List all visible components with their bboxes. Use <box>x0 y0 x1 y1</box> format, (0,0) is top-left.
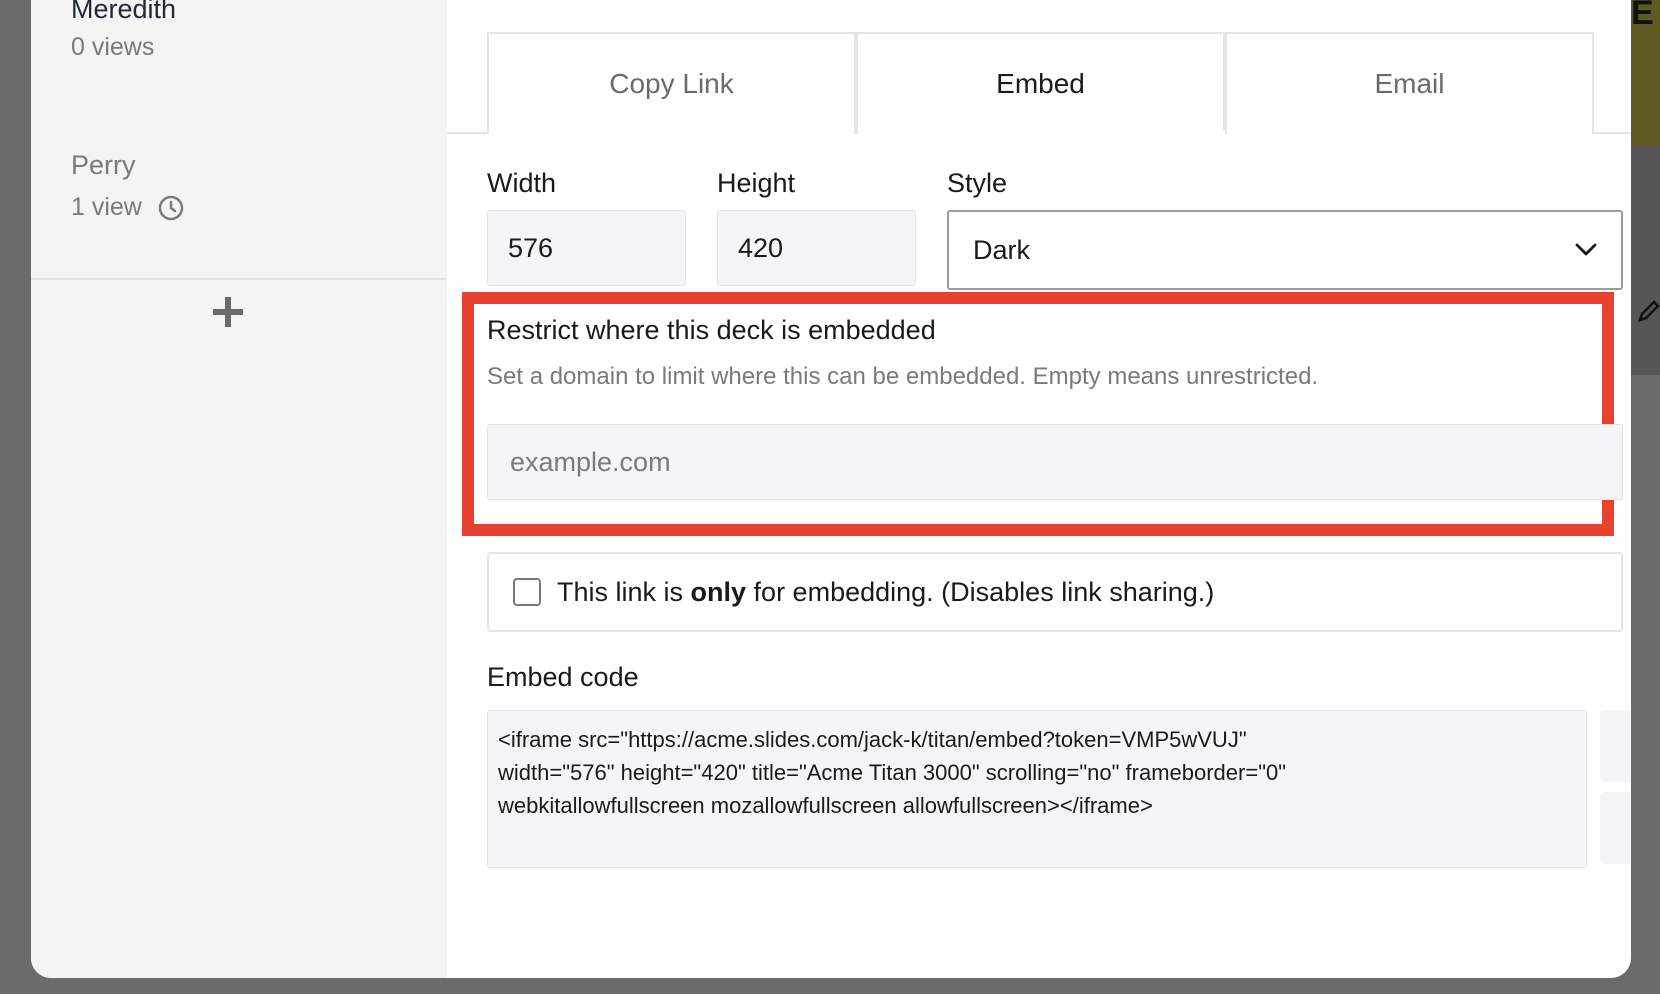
chevron-down-icon <box>1575 243 1597 256</box>
copy-embed-button[interactable] <box>1600 710 1631 782</box>
restrict-subtitle: Set a domain to limit where this can be … <box>487 363 1319 390</box>
height-input[interactable]: 420 <box>717 210 916 286</box>
embed-only-label: This link is only for embedding. (Disabl… <box>557 577 1214 608</box>
embed-only-checkbox[interactable] <box>513 578 541 606</box>
embed-only-text-after: for embedding. (Disables link sharing.) <box>746 576 1215 607</box>
add-viewer-button[interactable] <box>212 296 244 328</box>
viewer-item[interactable]: Perry 1 view <box>71 150 184 222</box>
restrict-title: Restrict where this deck is embedded <box>487 315 936 345</box>
style-select[interactable]: Dark <box>947 210 1623 290</box>
height-label: Height <box>717 168 796 198</box>
width-label: Width <box>487 168 557 198</box>
viewer-item[interactable]: Meredith 0 views <box>71 0 176 62</box>
viewers-panel: Meredith 0 views Perry 1 view <box>31 0 447 978</box>
embed-code-textarea[interactable]: <iframe src="https://acme.slides.com/jac… <box>487 710 1587 868</box>
preview-embed-button[interactable] <box>1600 792 1631 864</box>
style-select-value: Dark <box>973 234 1031 265</box>
pencil-icon <box>1638 300 1660 322</box>
style-label: Style <box>947 168 1008 198</box>
viewer-views: 0 views <box>71 33 176 62</box>
background-text: E <box>1631 0 1654 32</box>
viewer-views-count: 1 view <box>71 193 142 221</box>
share-modal: Meredith 0 views Perry 1 view Copy Link … <box>31 0 1631 978</box>
domain-input-placeholder: example.com <box>510 446 671 477</box>
viewers-divider <box>31 278 447 280</box>
tab-copy-link[interactable]: Copy Link <box>487 32 856 134</box>
clock-icon <box>158 195 184 220</box>
active-tab-gap <box>858 130 1225 135</box>
embed-code-label: Embed code <box>487 662 639 692</box>
domain-input[interactable]: example.com <box>487 424 1623 500</box>
embed-only-text-bold: only <box>690 576 747 607</box>
plus-icon <box>213 297 243 327</box>
viewer-name: Perry <box>71 150 136 180</box>
tab-embed[interactable]: Embed <box>856 32 1225 134</box>
tab-email[interactable]: Email <box>1225 32 1594 134</box>
embed-only-row[interactable]: This link is only for embedding. (Disabl… <box>487 552 1623 632</box>
share-tabs: Copy Link Embed Email <box>487 32 1623 134</box>
embed-only-text-before: This link is <box>557 576 691 607</box>
viewer-name: Meredith <box>71 0 177 24</box>
width-input[interactable]: 576 <box>487 210 686 286</box>
viewer-views: 1 view <box>71 193 184 222</box>
viewer-views-count: 0 views <box>71 33 155 61</box>
